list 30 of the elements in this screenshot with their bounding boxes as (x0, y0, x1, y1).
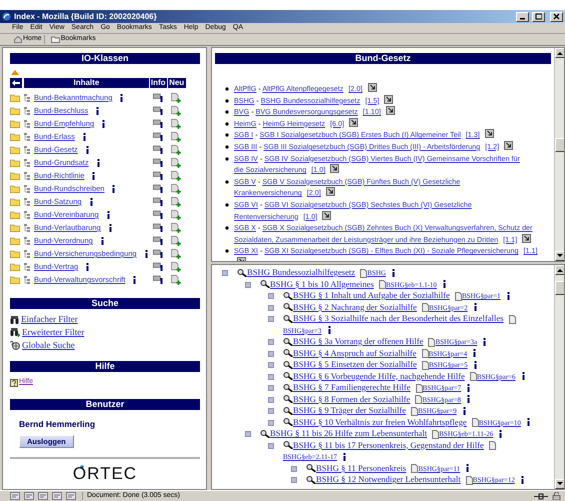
tree-node-link[interactable]: BSHG § 11 bis 17 Personenkreis, Gegenstand der Hilfe (293, 440, 484, 450)
tree-node-link[interactable]: BSHG § 1 bis 10 Allgemeines (270, 278, 374, 288)
search-link[interactable]: Einfacher Filter (21, 314, 78, 325)
tree-node-link[interactable]: BSHG § 7 Familiengerechte Hilfe (293, 382, 410, 392)
section-header: Benutzer (10, 399, 200, 410)
tree-node-link[interactable]: BSHG § 3a Vorrang der offenen Hilfe (293, 336, 424, 346)
tree-node-link[interactable]: BSHG § 10 Verhältnis zur freien Wohlfahrtspflege (293, 416, 467, 426)
tree-node-link[interactable]: BSHG § 6 Vorbeugende Hilfe, nachgehende Hilfe (293, 370, 465, 380)
tree-node-link[interactable]: BSHG § 2 Nachrang der Sozialhilfe (293, 302, 417, 312)
tree-node-link[interactable]: BSHG § 5 Einsetzen der Sozialhilfe (293, 359, 417, 369)
section-header: Hilfe (10, 361, 200, 372)
tree-node-link[interactable]: BSHG § 9 Träger der Sozialhilfe (293, 405, 406, 415)
section-header: Bund-Gesetz (215, 53, 551, 64)
tree-node-link[interactable]: BSHG § 3 Sozialhilfe nach der Besonderheit des Einzelfalles (293, 313, 504, 323)
section-header: Suche (10, 298, 200, 309)
column-header: Neu (168, 78, 186, 88)
search-link[interactable]: Erweiterter Filter (22, 327, 84, 338)
tree-node-link[interactable]: BSHG § 1 Inhalt und Aufgabe der Sozialhilfe (293, 290, 450, 300)
section-header: IO-Klassen (10, 53, 200, 64)
tree-node-link[interactable]: BSHG § 11 Personenkreis (316, 462, 406, 472)
tree-node-link[interactable]: BSHG § 12 Notwendiger Lebensunterhalt (316, 474, 461, 484)
tree-node-link[interactable]: BSHG § 8 Formen der Sozialhilfe (293, 394, 410, 404)
tree-node-link[interactable]: BSHG § 4 Anspruch auf Sozialhilfe (293, 348, 416, 358)
column-header: Info (150, 78, 167, 88)
tree-node-link[interactable]: BSHG § 11 bis 26 Hilfe zum Lebensunterhalt (270, 428, 427, 438)
user-name: Bernd Hemmerling (19, 419, 96, 430)
tree-node-link[interactable]: BSHG Bundessozialhilfegesetz (247, 267, 356, 277)
window-title: Index - Mozilla {Build ID: 2002020406} (14, 12, 158, 22)
search-link[interactable]: Globale Suche (22, 340, 75, 351)
column-header: Inhalte (24, 78, 149, 88)
